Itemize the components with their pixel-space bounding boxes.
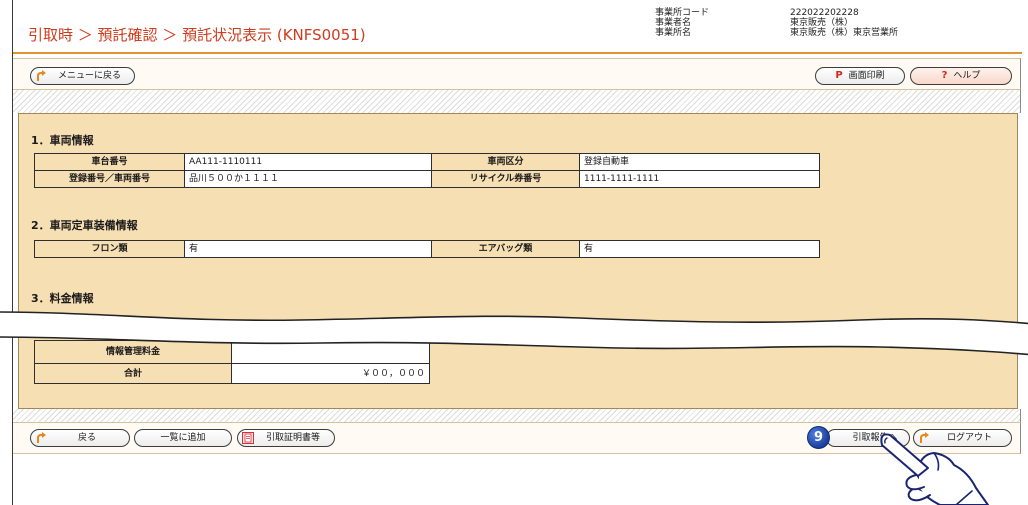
print-screen-label: 画面印刷 — [848, 71, 885, 81]
help-question-icon: ? — [941, 70, 948, 81]
table-row: 情報管理料金 — [34, 340, 430, 364]
certificate-document-icon — [242, 432, 254, 444]
help-button[interactable]: ? ヘルプ — [910, 67, 1012, 85]
total-label: 合計 — [34, 363, 232, 384]
print-p-icon: P — [835, 70, 843, 81]
fluorocarbon-label: フロン類 — [34, 240, 185, 258]
print-screen-button[interactable]: P 画面印刷 — [815, 67, 905, 85]
airbag-label: エアバッグ類 — [431, 240, 580, 258]
separator-band — [13, 90, 1021, 113]
company-name-label: 事業者名 — [655, 18, 692, 28]
table-row: 登録番号／車両番号 品川５００か１１１１ リサイクル券番号 1111-1111-… — [34, 170, 820, 188]
info-management-fee-label: 情報管理料金 — [34, 340, 232, 364]
airbag-value: 有 — [579, 240, 820, 258]
back-label: 戻る — [77, 433, 96, 443]
vehicle-info-table: 車台番号 AA111-1110111 車両区分 登録自動車 登録番号／車両番号 … — [34, 153, 820, 188]
total-value: ￥００，０００ — [231, 363, 430, 384]
step-number-badge: 9 — [807, 426, 830, 449]
chassis-number-value: AA111-1110111 — [184, 153, 432, 171]
table-row: 車台番号 AA111-1110111 車両区分 登録自動車 — [34, 153, 820, 171]
page-title-breadcrumb: 引取時 ＞ 預託確認 ＞ 預託状況表示 (KNFS0051) — [28, 26, 366, 44]
company-name-value: 東京販売（株） — [790, 18, 854, 28]
recycle-ticket-value: 1111-1111-1111 — [579, 170, 820, 188]
pointing-hand-icon — [880, 433, 989, 505]
return-arrow-icon — [35, 70, 47, 82]
help-label: ヘルプ — [953, 71, 981, 81]
back-to-menu-label: メニューに戻る — [57, 71, 121, 81]
section-heading-equipment: 2．車両定車装備情報 — [31, 219, 138, 232]
registration-number-value: 品川５００か１１１１ — [184, 170, 432, 188]
add-to-list-button[interactable]: 一覧に追加 — [134, 429, 232, 447]
content-panel: 1．車両情報 車台番号 AA111-1110111 車両区分 登録自動車 登録番… — [18, 113, 1018, 409]
office-name-label: 事業所名 — [655, 28, 692, 38]
header-divider — [13, 52, 1022, 54]
office-code-label: 事業所コード — [655, 8, 710, 18]
separator-band — [13, 409, 1021, 422]
table-row: 合計 ￥００，０００ — [34, 363, 430, 384]
vehicle-class-value: 登録自動車 — [579, 153, 820, 171]
registration-number-label: 登録番号／車両番号 — [34, 170, 185, 188]
office-code-value: 222022202228 — [790, 8, 859, 18]
return-arrow-icon — [35, 432, 47, 444]
fluorocarbon-value: 有 — [184, 240, 432, 258]
back-to-menu-button[interactable]: メニューに戻る — [30, 67, 135, 85]
back-button[interactable]: 戻る — [30, 429, 130, 447]
equipment-info-table: フロン類 有 エアバッグ類 有 — [34, 240, 820, 258]
chassis-number-label: 車台番号 — [34, 153, 185, 171]
add-to-list-label: 一覧に追加 — [160, 433, 206, 443]
vehicle-class-label: 車両区分 — [431, 153, 580, 171]
section-heading-vehicle: 1．車両情報 — [31, 134, 94, 147]
office-name-value: 東京販売（株）東京営業所 — [790, 28, 899, 38]
section-heading-fees: 3．料金情報 — [31, 292, 94, 305]
info-management-fee-value — [231, 340, 430, 364]
certificate-label: 引取証明書等 — [265, 433, 320, 443]
certificate-button[interactable]: 引取証明書等 — [237, 429, 335, 447]
table-row: フロン類 有 エアバッグ類 有 — [34, 240, 820, 258]
recycle-ticket-label: リサイクル券番号 — [431, 170, 580, 188]
fee-info-table: 情報管理料金 合計 ￥００，０００ — [34, 340, 430, 384]
